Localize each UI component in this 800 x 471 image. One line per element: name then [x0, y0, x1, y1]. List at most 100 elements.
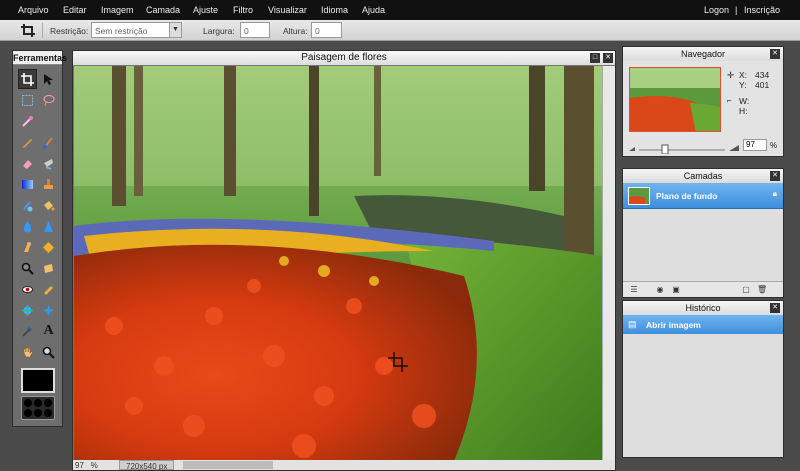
w-label: W: [739, 96, 750, 106]
status-zoom[interactable]: 97 % [75, 461, 98, 470]
stamp-tool-icon[interactable] [39, 174, 58, 194]
navigator-panel: Navegador ✕ ✛ X: 434 Y: 401 ⌐ W: H: 97 % [622, 46, 784, 157]
restriction-value: Sem restrição [95, 26, 148, 36]
lasso-tool-icon[interactable] [39, 90, 58, 110]
image-title: Paisagem de flores [301, 52, 387, 63]
layer-settings-icon[interactable]: ☰ [629, 285, 639, 294]
history-item-label: Abrir imagem [646, 320, 701, 330]
history-panel: Histórico ✕ ▤ Abrir imagem [622, 300, 784, 458]
flower-landscape-image [74, 66, 602, 461]
open-image-icon: ▤ [628, 319, 637, 329]
history-item[interactable]: ▤ Abrir imagem [623, 315, 783, 334]
layers-footer: ☰ ◉ ▣ ▢ 🗑︎ [623, 281, 783, 297]
dodge-tool-icon[interactable] [39, 258, 58, 278]
close-icon[interactable]: ✕ [603, 53, 613, 63]
menu-camada[interactable]: Camada [146, 5, 180, 15]
layers-titlebar[interactable]: Camadas ✕ [623, 169, 783, 183]
background-color-swatch[interactable] [21, 396, 55, 420]
height-label: Altura: [283, 26, 308, 36]
close-icon[interactable]: ✕ [770, 303, 780, 313]
register-link[interactable]: Inscrição [744, 5, 780, 15]
sponge-tool-icon[interactable] [39, 237, 58, 257]
navigator-titlebar[interactable]: Navegador ✕ [623, 47, 783, 61]
spot-heal-tool-icon[interactable] [18, 300, 37, 320]
height-input[interactable]: 0 [311, 22, 342, 38]
photo-editor-app: Arquivo Editar Imagem Camada Ajuste Filt… [0, 0, 800, 471]
gradient-tool-icon[interactable] [18, 174, 37, 194]
menu-filtro[interactable]: Filtro [233, 5, 253, 15]
layer-item[interactable]: Plano de fundo 🔒︎ [623, 183, 783, 209]
close-icon[interactable]: ✕ [770, 49, 780, 59]
menu-bar: Arquivo Editar Imagem Camada Ajuste Filt… [0, 0, 800, 20]
text-tool-icon[interactable]: A [39, 321, 58, 341]
sharpen-tool-icon[interactable] [39, 216, 58, 236]
bloat-tool-icon[interactable] [39, 300, 58, 320]
h-label: H: [739, 106, 748, 116]
menu-imagem[interactable]: Imagem [101, 5, 134, 15]
vertical-scrollbar[interactable] [602, 66, 615, 461]
y-label: Y: [739, 80, 747, 90]
zoom-tool-icon[interactable] [18, 258, 37, 278]
eraser-tool-icon[interactable] [18, 153, 37, 173]
marquee-tool-icon[interactable] [18, 90, 37, 110]
menu-visualizar[interactable]: Visualizar [268, 5, 307, 15]
magic-wand-icon[interactable] [18, 111, 37, 131]
blur-tool-icon[interactable] [18, 216, 37, 236]
hand-tool-icon[interactable] [18, 342, 37, 362]
options-bar: Restrição: Sem restrição ▼ Largura: 0 Al… [0, 20, 800, 41]
layer-style-icon[interactable]: ▣ [671, 285, 681, 294]
history-list: ▤ Abrir imagem [623, 315, 783, 457]
brush-tool-icon[interactable] [39, 132, 58, 152]
menu-ajuda[interactable]: Ajuda [362, 5, 385, 15]
zoom-slider[interactable] [629, 141, 739, 155]
color-picker-icon[interactable] [18, 321, 37, 341]
image-window-titlebar[interactable]: Paisagem de flores □ ✕ [73, 51, 615, 65]
zoom-view-icon[interactable] [39, 342, 58, 362]
navigator-title: Navegador [680, 49, 726, 59]
login-link[interactable]: Logon [704, 5, 729, 15]
paint-bucket-icon[interactable] [39, 195, 58, 215]
lock-icon[interactable]: 🔒︎ [773, 189, 777, 199]
menu-idioma[interactable]: Idioma [321, 5, 348, 15]
image-status-bar: 97 % 720x540 px [73, 460, 615, 471]
burn-tool-icon[interactable] [39, 279, 58, 299]
size-icon: ⌐ [727, 96, 732, 105]
trash-icon[interactable]: 🗑︎ [757, 285, 767, 294]
width-input[interactable]: 0 [240, 22, 270, 38]
navigator-zoom-unit: % [770, 141, 778, 150]
layer-mask-icon[interactable]: ◉ [655, 285, 665, 294]
color-replace-icon[interactable] [18, 195, 37, 215]
crop-tool-icon[interactable] [18, 69, 37, 89]
x-value: 434 [755, 70, 770, 80]
width-label: Largura: [203, 26, 235, 36]
toolbox-title: Ferramentas [13, 51, 68, 65]
menu-ajuste[interactable]: Ajuste [193, 5, 218, 15]
restriction-label: Restrição: [50, 26, 89, 36]
history-titlebar[interactable]: Histórico ✕ [623, 301, 783, 315]
move-tool-icon[interactable] [39, 69, 58, 89]
layers-panel: Camadas ✕ Plano de fundo 🔒︎ ☰ ◉ ▣ ▢ 🗑︎ [622, 168, 784, 298]
pencil-tool-icon[interactable] [18, 132, 37, 152]
layer-name: Plano de fundo [656, 191, 718, 201]
crop-icon[interactable] [20, 23, 36, 38]
layer-thumbnail [628, 187, 650, 205]
clone-tool-icon[interactable] [39, 153, 58, 173]
foreground-color-swatch[interactable] [21, 368, 55, 393]
menu-arquivo[interactable]: Arquivo [18, 5, 49, 15]
chevron-down-icon[interactable]: ▼ [169, 23, 181, 37]
restriction-select[interactable]: Sem restrição ▼ [91, 22, 182, 38]
layers-title: Camadas [683, 171, 723, 181]
smudge-tool-icon[interactable] [18, 237, 37, 257]
menu-editar[interactable]: Editar [63, 5, 87, 15]
image-canvas[interactable] [74, 66, 602, 461]
new-layer-icon[interactable]: ▢ [741, 285, 751, 294]
x-label: X: [739, 70, 748, 80]
toolbox-panel: Ferramentas A [12, 50, 68, 427]
close-icon[interactable]: ✕ [770, 171, 780, 181]
navigator-thumbnail[interactable] [629, 67, 721, 132]
horizontal-scrollbar[interactable] [183, 461, 273, 469]
navigator-zoom-input[interactable]: 97 [743, 139, 767, 151]
red-eye-tool-icon[interactable] [18, 279, 37, 299]
maximize-icon[interactable]: □ [590, 53, 600, 63]
options-separator [42, 23, 43, 38]
